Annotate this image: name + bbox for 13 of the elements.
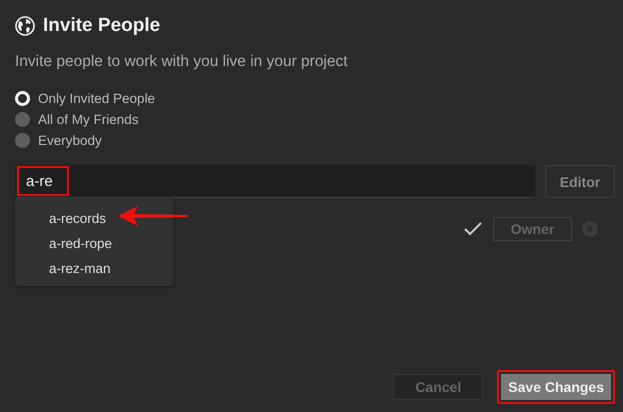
- radio-option[interactable]: All of My Friends: [15, 112, 615, 127]
- save-button[interactable]: Save Changes: [501, 374, 611, 400]
- role-button[interactable]: Editor: [545, 165, 615, 198]
- suggestion-item[interactable]: a-red-rope: [15, 234, 173, 253]
- invite-input-field[interactable]: a-re: [17, 166, 69, 196]
- radio-option[interactable]: Only Invited People: [15, 91, 615, 106]
- dialog-subtitle: Invite people to work with you live in your project: [15, 53, 349, 71]
- suggestion-item[interactable]: a-records: [15, 209, 173, 228]
- suggestion-item[interactable]: a-rez-man: [15, 259, 173, 278]
- globe-icon: [15, 16, 35, 36]
- check-icon: [463, 221, 483, 237]
- dialog-title: Invite People: [43, 15, 160, 37]
- radio-option[interactable]: Everybody: [15, 133, 615, 148]
